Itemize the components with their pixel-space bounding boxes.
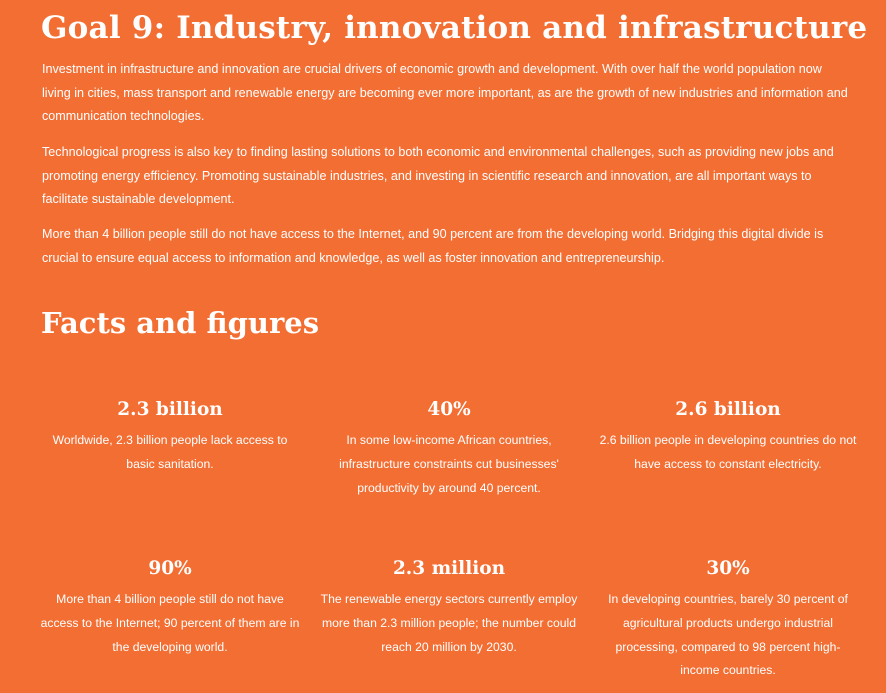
- fact-description: More than 4 billion people still do not …: [40, 592, 300, 654]
- fact-value: 2.6 billion: [675, 399, 781, 420]
- fact-description: 2.6 billion people in developing countri…: [599, 433, 857, 471]
- fact-card-sanitation: 2.3 billion Worldwide, 2.3 billion peopl…: [39, 397, 301, 477]
- fact-card-renewable-jobs: 2.3 million The renewable energy sectors…: [318, 556, 580, 659]
- fact-value: 30%: [706, 558, 750, 579]
- fact-value: 40%: [427, 399, 471, 420]
- fact-value: 2.3 million: [392, 558, 506, 579]
- fact-description: Worldwide, 2.3 billion people lack acces…: [52, 433, 288, 471]
- fact-description: In some low-income African countries, in…: [339, 433, 559, 495]
- fact-value: 90%: [148, 558, 192, 579]
- fact-card-electricity: 2.6 billion 2.6 billion people in develo…: [597, 397, 859, 477]
- fact-card-internet: 90% More than 4 billion people still do …: [39, 556, 301, 659]
- fact-description: In developing countries, barely 30 perce…: [608, 592, 848, 678]
- fact-card-productivity: 40% In some low-income African countries…: [318, 397, 580, 500]
- intro-paragraph-3: More than 4 billion people still do not …: [42, 227, 824, 265]
- facts-title: Facts and figures: [41, 306, 320, 340]
- fact-value: 2.3 billion: [117, 399, 223, 420]
- fact-card-agriculture: 30% In developing countries, barely 30 p…: [597, 556, 859, 683]
- intro-paragraph-2: Technological progress is also key to fi…: [42, 145, 834, 206]
- intro-paragraph-1: Investment in infrastructure and innovat…: [42, 62, 848, 123]
- fact-description: The renewable energy sectors currently e…: [320, 592, 578, 654]
- goal-title: Goal 9: Industry, innovation and infrast…: [41, 10, 868, 46]
